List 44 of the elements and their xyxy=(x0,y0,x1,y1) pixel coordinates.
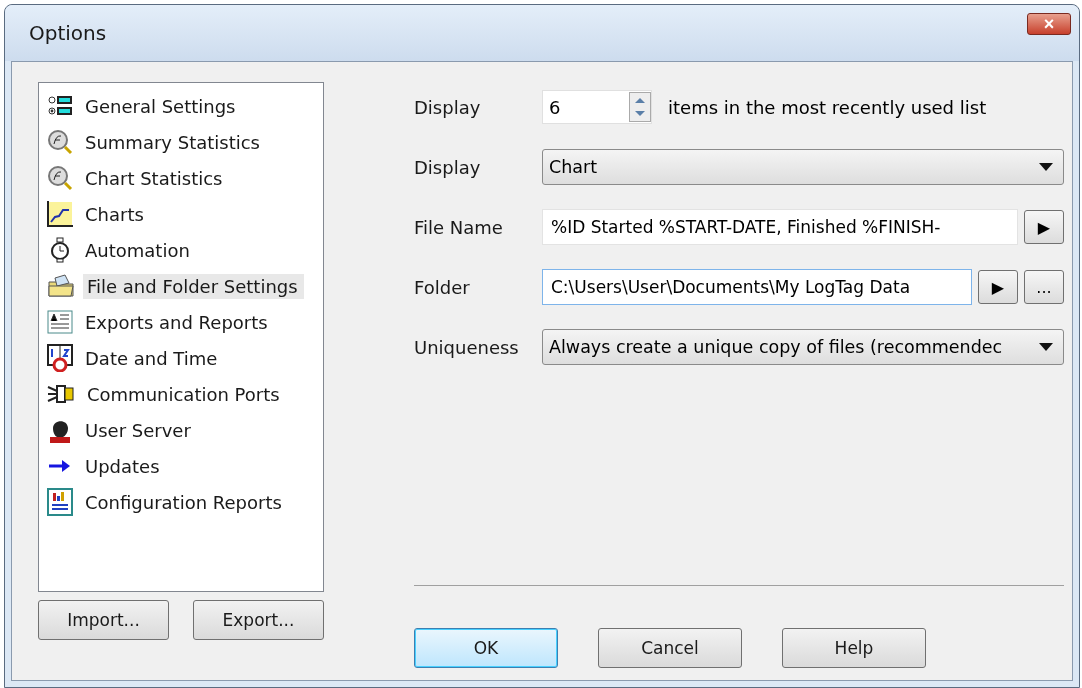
line-chart-icon xyxy=(47,201,73,227)
text-field[interactable]: %ID Started %START-DATE, Finished %FINISH- xyxy=(542,209,1018,245)
field-label: Uniqueness xyxy=(414,336,520,358)
options-list-icon xyxy=(47,94,73,118)
dialog-button[interactable]: Help xyxy=(782,628,926,668)
connector-icon xyxy=(47,382,75,406)
category-item[interactable]: Summary Statistics xyxy=(81,129,266,155)
category-item[interactable]: Chart Statistics xyxy=(81,165,229,191)
dialog-button[interactable]: Export... xyxy=(193,600,324,640)
window-title: Options xyxy=(29,21,107,45)
field-label: File Name xyxy=(414,216,504,238)
function-magnifier-icon xyxy=(47,129,73,155)
text-field[interactable]: C:\Users\User\Documents\My LogTag Data xyxy=(542,269,972,305)
field-label: Display xyxy=(414,156,482,178)
category-item[interactable]: File and Folder Settings xyxy=(83,273,304,299)
dropdown-caret-icon xyxy=(1039,163,1053,171)
dialog-button[interactable]: Cancel xyxy=(598,628,742,668)
field-label: Display xyxy=(414,96,482,118)
category-item[interactable]: Communication Ports xyxy=(83,381,286,407)
category-item[interactable]: General Settings xyxy=(81,93,242,119)
insert-button[interactable]: ▶ xyxy=(978,270,1018,304)
category-item[interactable]: User Server xyxy=(81,417,197,443)
function-magnifier-icon xyxy=(47,165,73,191)
document-icon xyxy=(47,310,73,334)
report-icon xyxy=(47,488,73,516)
spin-arrows-icon[interactable] xyxy=(629,92,651,122)
dropdown-caret-icon xyxy=(1039,343,1053,351)
category-item[interactable]: Date and Time xyxy=(81,345,224,371)
category-item[interactable]: Configuration Reports xyxy=(81,489,288,515)
number-spinner[interactable]: 6 xyxy=(542,90,652,124)
category-item[interactable]: Automation xyxy=(81,237,196,263)
browse-button[interactable]: ... xyxy=(1024,270,1064,304)
dialog-button[interactable]: OK xyxy=(414,628,558,668)
dropdown[interactable]: Always create a unique copy of files (recommendec xyxy=(542,329,1064,365)
folder-icon xyxy=(47,274,75,298)
field-label: Folder xyxy=(414,276,471,298)
spinner-caption: items in the most recently used list xyxy=(668,96,987,118)
category-item[interactable]: Updates xyxy=(81,453,166,479)
calendar-clock-icon xyxy=(47,344,73,372)
insert-button[interactable]: ▶ xyxy=(1024,210,1064,244)
category-item[interactable]: Charts xyxy=(81,201,150,227)
dropdown[interactable]: Chart xyxy=(542,149,1064,185)
dialog-button[interactable]: Import... xyxy=(38,600,169,640)
category-item[interactable]: Exports and Reports xyxy=(81,309,274,335)
